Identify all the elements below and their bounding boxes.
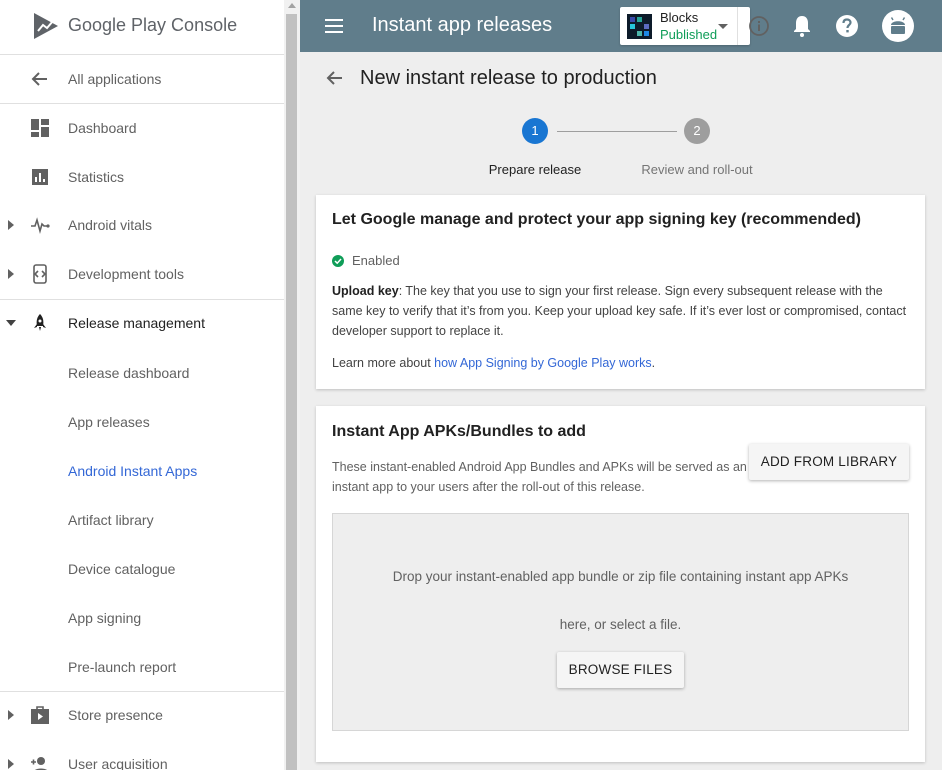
sidebar-item-label: Android Instant Apps — [68, 463, 198, 479]
app-status: Published — [660, 27, 718, 42]
sidebar-item-label: Store presence — [68, 707, 163, 723]
upload-key-term: Upload key — [332, 284, 399, 298]
store-bag-icon — [31, 706, 49, 724]
sidebar: Google Play Console All applications Das… — [0, 0, 284, 770]
sidebar-item-all-applications[interactable]: All applications — [0, 55, 284, 103]
sidebar-item-label: App signing — [68, 610, 142, 626]
sidebar-item-artifact-library[interactable]: Artifact library — [0, 496, 284, 544]
step-connector — [557, 131, 677, 132]
step-2-indicator[interactable]: 2 — [684, 118, 710, 144]
release-stepper: 1 2 Prepare release Review and roll-out — [300, 118, 942, 188]
dropzone-text-line-1: Drop your instant-enabled app bundle or … — [392, 569, 849, 584]
sidebar-item-label: Artifact library — [68, 512, 154, 528]
expand-caret-icon[interactable] — [8, 710, 14, 720]
browse-files-button[interactable]: BROWSE FILES — [557, 652, 684, 688]
app-signing-card-title: Let Google manage and protect your app s… — [332, 211, 861, 228]
upload-key-description: Upload key: The key that you use to sign… — [332, 281, 907, 341]
help-icon[interactable] — [835, 14, 859, 38]
instant-apks-card: Instant App APKs/Bundles to add These in… — [316, 406, 925, 762]
sidebar-scrollbar[interactable] — [284, 0, 300, 770]
expand-caret-icon[interactable] — [8, 269, 14, 279]
vitals-pulse-icon — [31, 217, 50, 234]
sidebar-item-development-tools[interactable]: Development tools — [0, 250, 284, 298]
upload-key-text: : The key that you use to sign your firs… — [332, 284, 907, 338]
sidebar-item-app-signing[interactable]: App signing — [0, 594, 284, 642]
back-arrow-icon[interactable] — [326, 69, 344, 87]
check-circle-icon — [332, 254, 344, 267]
learn-more-suffix: . — [651, 356, 656, 370]
sidebar-item-label: Dashboard — [68, 120, 137, 136]
sidebar-item-label: Release dashboard — [68, 365, 190, 381]
add-from-library-button[interactable]: ADD FROM LIBRARY — [749, 444, 909, 480]
scrollbar-thumb[interactable] — [286, 14, 297, 770]
enabled-label: Enabled — [352, 253, 400, 268]
account-avatar-icon[interactable] — [882, 10, 914, 42]
step-2-label[interactable]: Review and roll-out — [607, 162, 787, 177]
main-content: New instant release to production 1 2 Pr… — [300, 52, 942, 770]
chip-separator — [737, 7, 738, 45]
sidebar-item-label: Device catalogue — [68, 561, 176, 577]
play-console-logo-icon — [34, 13, 58, 39]
learn-more-text: Learn more about how App Signing by Goog… — [332, 353, 907, 373]
app-signing-learn-more-link[interactable]: how App Signing by Google Play works — [434, 356, 652, 370]
developer-tools-icon — [33, 264, 47, 284]
sidebar-item-label: App releases — [68, 414, 150, 430]
expand-caret-icon[interactable] — [8, 220, 14, 230]
hamburger-menu-icon[interactable] — [324, 16, 344, 36]
sidebar-item-label: Release management — [68, 315, 205, 331]
enabled-status: Enabled — [332, 253, 400, 268]
sidebar-item-app-releases[interactable]: App releases — [0, 398, 284, 446]
sidebar-item-user-acquisition[interactable]: User acquisition — [0, 740, 284, 770]
app-selector[interactable]: Blocks Published — [620, 7, 769, 45]
sidebar-item-label: Pre-launch report — [68, 659, 177, 675]
instant-apks-description: These instant-enabled Android App Bundle… — [332, 460, 747, 494]
sidebar-item-release-management[interactable]: Release management — [0, 299, 284, 347]
sidebar-item-label: Android vitals — [68, 217, 153, 233]
dropzone-text-line-2: here, or select a file. — [559, 617, 682, 632]
page-section-title: Instant app releases — [372, 14, 553, 36]
logo-text: Google Play Console — [68, 15, 238, 35]
notifications-bell-icon[interactable] — [792, 14, 812, 38]
sidebar-item-label: Statistics — [68, 169, 125, 185]
sidebar-item-pre-launch-report[interactable]: Pre-launch report — [0, 643, 284, 691]
app-name: Blocks — [660, 10, 699, 25]
sidebar-item-store-presence[interactable]: Store presence — [0, 691, 284, 739]
app-thumbnail-icon — [627, 14, 652, 39]
step-1-label[interactable]: Prepare release — [445, 162, 625, 177]
instant-apks-card-title: Instant App APKs/Bundles to add — [332, 423, 586, 440]
rocket-icon — [34, 314, 46, 331]
sidebar-item-release-dashboard[interactable]: Release dashboard — [0, 349, 284, 397]
page-header: New instant release to production — [300, 52, 942, 104]
collapse-caret-icon[interactable] — [6, 320, 16, 326]
top-app-bar: Instant app releases Blocks Published — [300, 0, 942, 52]
app-signing-card: Let Google manage and protect your app s… — [316, 195, 925, 389]
dashboard-icon — [31, 119, 49, 137]
sidebar-item-android-vitals[interactable]: Android vitals — [0, 201, 284, 249]
page-title: New instant release to production — [360, 67, 657, 89]
sidebar-item-dashboard[interactable]: Dashboard — [0, 104, 284, 152]
scroll-up-arrow-icon[interactable] — [288, 3, 296, 8]
sidebar-item-label: Development tools — [68, 266, 184, 282]
dropdown-arrow-icon[interactable] — [718, 24, 728, 29]
logo-row[interactable]: Google Play Console — [0, 0, 284, 55]
expand-caret-icon[interactable] — [8, 759, 14, 769]
sidebar-item-label: All applications — [68, 71, 162, 87]
bar-chart-icon — [32, 169, 48, 185]
sidebar-item-device-catalogue[interactable]: Device catalogue — [0, 545, 284, 593]
sidebar-item-android-instant-apps[interactable]: Android Instant Apps — [0, 447, 284, 495]
sidebar-item-statistics[interactable]: Statistics — [0, 153, 284, 201]
file-dropzone[interactable]: Drop your instant-enabled app bundle or … — [332, 513, 909, 731]
arrow-back-icon — [31, 72, 47, 86]
step-1-indicator[interactable]: 1 — [522, 118, 548, 144]
person-add-icon — [31, 757, 47, 770]
info-icon[interactable] — [748, 15, 770, 37]
sidebar-item-label: User acquisition — [68, 756, 168, 770]
learn-more-prefix: Learn more about — [332, 356, 435, 370]
